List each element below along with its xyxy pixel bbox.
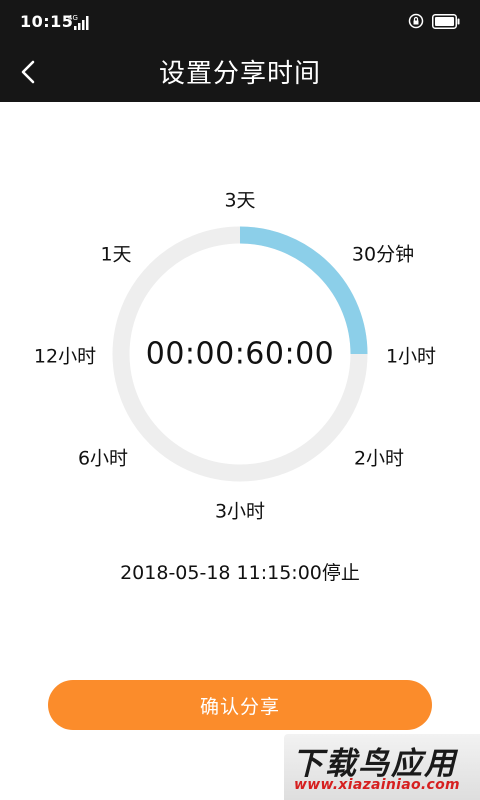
status-bar: 10:15 4G (0, 0, 480, 44)
title-bar: 设置分享时间 (0, 44, 480, 102)
dial-option-1-day[interactable]: 1天 (100, 240, 131, 267)
watermark: 下载鸟应用 www.xiazainiao.com (284, 734, 480, 800)
time-dial[interactable]: 3天 30分钟 1小时 2小时 3小时 6小时 12小时 1天 00:00:60… (0, 102, 480, 542)
status-icons (408, 13, 460, 29)
duration-readout: 00:00:60:00 (145, 336, 335, 372)
status-time: 10:15 (20, 12, 74, 31)
battery-icon (432, 13, 460, 29)
stop-time-text: 2018-05-18 11:15:00停止 (120, 562, 360, 584)
dial-ring[interactable] (0, 102, 480, 542)
dial-option-6-hours[interactable]: 6小时 (78, 444, 128, 471)
dial-option-12-hours[interactable]: 12小时 (34, 342, 96, 369)
dial-option-2-hours[interactable]: 2小时 (354, 444, 404, 471)
confirm-share-button[interactable]: 确认分享 (48, 680, 432, 730)
dial-option-3-days[interactable]: 3天 (224, 186, 255, 213)
dial-option-30-minutes[interactable]: 30分钟 (352, 240, 414, 267)
dial-option-1-hour[interactable]: 1小时 (386, 342, 436, 369)
signal-icon: 4G (68, 14, 89, 30)
rotation-lock-icon (408, 13, 424, 29)
page-title: 设置分享时间 (158, 59, 321, 89)
share-time-screen: 10:15 4G 设置分享时间 3天 30分钟 1小时 2小时 3小时 6小时 … (0, 0, 480, 800)
network-type-label: 4G (68, 14, 78, 22)
watermark-url: www.xiazainiao.com (294, 777, 460, 793)
dial-option-3-hours[interactable]: 3小时 (215, 497, 265, 524)
